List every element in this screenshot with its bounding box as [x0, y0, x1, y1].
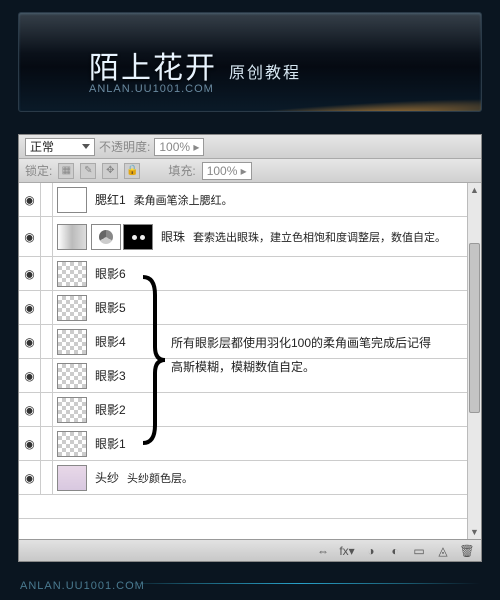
layer-thumb[interactable] — [57, 363, 87, 389]
visibility-toggle[interactable]: ◉ — [19, 291, 41, 324]
layers-panel: 正常 不透明度: 100%▸ 锁定: ▦ ✎ ✥ 🔒 填充: 100%▸ ◉ 腮… — [18, 134, 482, 562]
layer-name: 眼影6 — [91, 265, 126, 282]
eye-icon: ◉ — [24, 230, 34, 244]
layer-name: 眼影4 — [91, 333, 126, 350]
new-layer-icon[interactable]: ◬ — [435, 544, 451, 558]
scroll-thumb[interactable] — [469, 243, 480, 413]
lock-label: 锁定: — [25, 162, 52, 179]
opacity-value: 100% — [159, 140, 190, 154]
eye-icon: ◉ — [24, 437, 34, 451]
layer-row[interactable]: ◉ 眼影2 — [19, 393, 481, 427]
layer-desc: 头纱颜色层。 — [119, 470, 193, 486]
layer-thumb[interactable] — [57, 431, 87, 457]
adjustment-layer-icon[interactable]: ◐ — [387, 544, 403, 558]
banner-title: 陌上花开 — [89, 43, 217, 87]
visibility-toggle[interactable]: ◉ — [19, 427, 41, 460]
scroll-down-icon[interactable]: ▼ — [468, 525, 481, 539]
options-bar: 正常 不透明度: 100%▸ — [19, 135, 481, 159]
annotation-note: 所有眼影层都使用羽化100的柔角画笔完成后记得 高斯模糊，模糊数值自定。 — [171, 331, 431, 379]
adjustment-icon[interactable] — [91, 224, 121, 250]
layer-row[interactable]: ◉ 眼影6 — [19, 257, 481, 291]
eye-icon: ◉ — [24, 403, 34, 417]
lock-transparent-icon[interactable]: ▦ — [58, 163, 74, 179]
new-group-icon[interactable]: ▭ — [411, 544, 427, 558]
layer-name: 腮红1 — [91, 191, 126, 208]
lock-paint-icon[interactable]: ✎ — [80, 163, 96, 179]
opacity-input[interactable]: 100%▸ — [154, 138, 204, 156]
visibility-toggle[interactable]: ◉ — [19, 461, 41, 494]
lock-bar: 锁定: ▦ ✎ ✥ 🔒 填充: 100%▸ — [19, 159, 481, 183]
layer-row[interactable]: ◉ 眼珠 套索选出眼珠，建立色相饱和度调整层，数值自定。 — [19, 217, 481, 257]
eye-icon: ◉ — [24, 369, 34, 383]
blend-mode-value: 正常 — [30, 138, 54, 155]
visibility-toggle[interactable]: ◉ — [19, 393, 41, 426]
fill-label: 填充: — [168, 162, 195, 179]
layer-thumb[interactable] — [57, 397, 87, 423]
layer-thumb[interactable] — [57, 465, 87, 491]
layer-name: 眼珠 — [157, 228, 185, 245]
visibility-toggle[interactable]: ◉ — [19, 359, 41, 392]
eye-icon: ◉ — [24, 301, 34, 315]
delete-layer-icon[interactable]: 🗑 — [459, 544, 475, 558]
layer-name: 眼影2 — [91, 401, 126, 418]
eye-icon: ◉ — [24, 193, 34, 207]
layer-name: 头纱 — [91, 469, 119, 486]
blend-mode-select[interactable]: 正常 — [25, 138, 95, 156]
link-layers-icon[interactable]: ⇔ — [315, 544, 331, 558]
layers-list: ◉ 腮红1 柔角画笔涂上腮红。 ◉ 眼珠 套索选出眼珠，建立色相饱和度调整层，数… — [19, 183, 481, 539]
panel-statusbar: ⇔ fx▾ ◑ ◐ ▭ ◬ 🗑 — [19, 539, 481, 561]
empty-row — [19, 495, 481, 519]
layer-name: 眼影5 — [91, 299, 126, 316]
footer-url: ANLAN.UU1001.COM — [20, 580, 145, 592]
layer-thumb[interactable] — [57, 224, 87, 250]
lock-all-icon[interactable]: 🔒 — [124, 163, 140, 179]
layer-desc: 柔角画笔涂上腮红。 — [126, 192, 233, 208]
add-mask-icon[interactable]: ◑ — [363, 544, 379, 558]
lock-move-icon[interactable]: ✥ — [102, 163, 118, 179]
layer-row[interactable]: ◉ 眼影1 — [19, 427, 481, 461]
layer-thumb[interactable] — [57, 329, 87, 355]
note-line: 高斯模糊，模糊数值自定。 — [171, 355, 431, 379]
banner-url: ANLAN.UU1001.COM — [89, 83, 214, 95]
fill-value: 100% — [207, 164, 238, 178]
layer-thumb[interactable] — [57, 261, 87, 287]
banner-subtitle: 原创教程 — [229, 59, 301, 83]
layer-thumb[interactable] — [57, 295, 87, 321]
layer-row[interactable]: ◉ 头纱头纱颜色层。 — [19, 461, 481, 495]
scroll-up-icon[interactable]: ▲ — [468, 183, 481, 197]
layer-desc: 套索选出眼珠，建立色相饱和度调整层，数值自定。 — [185, 229, 446, 245]
note-line: 所有眼影层都使用羽化100的柔角画笔完成后记得 — [171, 331, 431, 355]
layer-name: 眼影3 — [91, 367, 126, 384]
visibility-toggle[interactable]: ◉ — [19, 257, 41, 290]
eye-icon: ◉ — [24, 471, 34, 485]
visibility-toggle[interactable]: ◉ — [19, 217, 41, 256]
fill-input[interactable]: 100%▸ — [202, 162, 252, 180]
visibility-toggle[interactable]: ◉ — [19, 325, 41, 358]
chevron-down-icon — [82, 144, 90, 149]
layers-scrollbar[interactable]: ▲ ▼ — [467, 183, 481, 539]
eye-icon: ◉ — [24, 267, 34, 281]
opacity-label: 不透明度: — [99, 138, 150, 155]
layer-fx-icon[interactable]: fx▾ — [339, 544, 355, 558]
tutorial-banner: 陌上花开 原创教程 ANLAN.UU1001.COM — [18, 12, 482, 112]
layer-mask-thumb[interactable] — [123, 224, 153, 250]
layer-name: 眼影1 — [91, 435, 126, 452]
layer-row[interactable]: ◉ 眼影5 — [19, 291, 481, 325]
eye-icon: ◉ — [24, 335, 34, 349]
visibility-toggle[interactable]: ◉ — [19, 183, 41, 216]
layer-thumb[interactable] — [57, 187, 87, 213]
layer-row[interactable]: ◉ 腮红1 柔角画笔涂上腮红。 — [19, 183, 481, 217]
footer-divider — [120, 583, 480, 584]
